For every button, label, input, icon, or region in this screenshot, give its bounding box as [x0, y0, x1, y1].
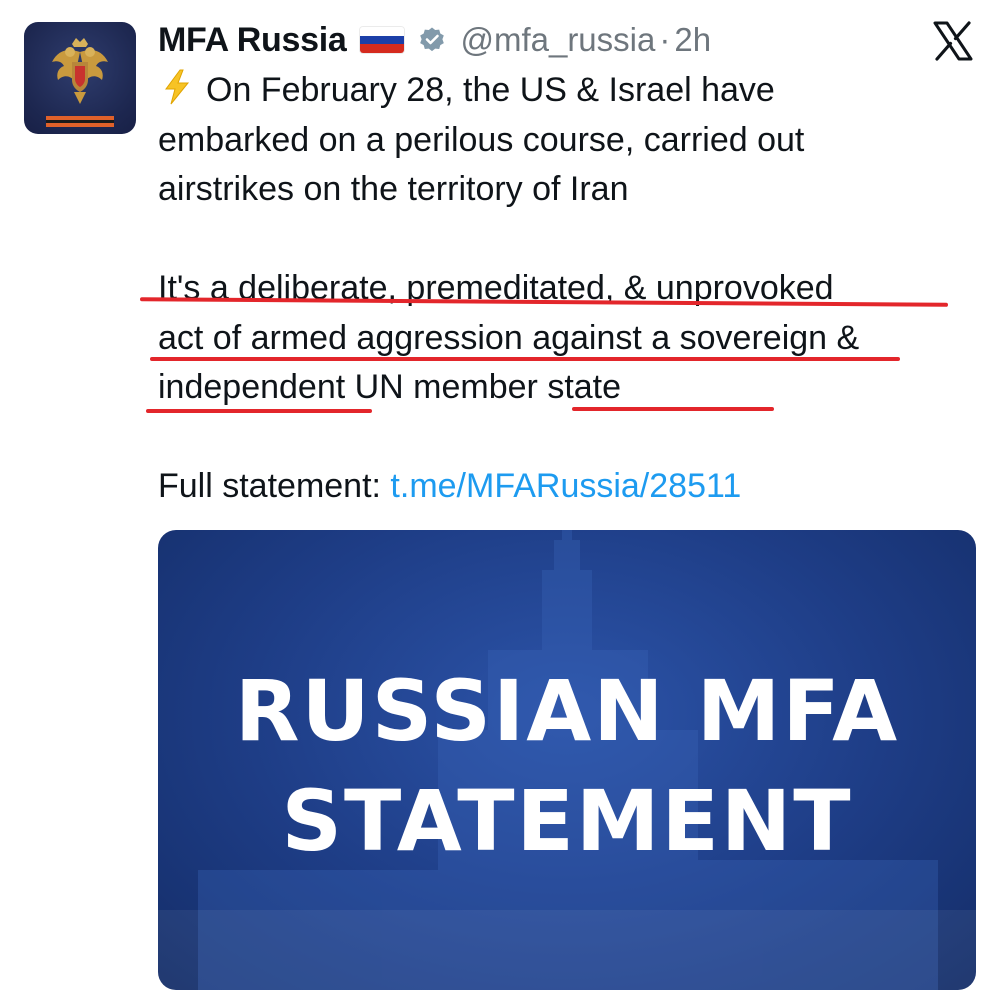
tweet-card: MFA Russia @mfa_russia · 2h On February … — [0, 0, 1000, 998]
x-logo-icon[interactable] — [932, 20, 974, 62]
double-headed-eagle-icon — [46, 38, 114, 127]
red-underline — [150, 357, 900, 361]
display-name[interactable]: MFA Russia — [158, 21, 347, 60]
text-line-3: airstrikes on the territory of Iran — [158, 170, 629, 208]
verified-badge-icon — [420, 27, 445, 52]
text-line-6: independent UN member state — [158, 368, 622, 406]
media-title-line-1: RUSSIAN MFA — [234, 662, 900, 760]
avatar[interactable] — [24, 22, 136, 134]
text-line-1-content: On February 28, the US & Israel have — [206, 71, 775, 109]
lightning-bolt-icon — [165, 69, 190, 105]
media-title-line-2: STATEMENT — [281, 772, 853, 870]
post-time[interactable]: 2h — [674, 21, 711, 59]
statement-link[interactable]: t.me/MFARussia/28511 — [390, 467, 741, 505]
text-line-1: On February 28, the US & Israel have — [158, 66, 978, 116]
header-separator: · — [659, 21, 671, 58]
red-underline — [572, 407, 774, 411]
text-line-5: act of armed aggression against a sovere… — [158, 318, 860, 357]
link-prefix: Full statement: — [158, 467, 391, 505]
red-underline — [146, 409, 372, 413]
tweet-header: MFA Russia @mfa_russia · 2h — [158, 16, 711, 64]
full-statement-line: Full statement: t.me/MFARussia/28511 — [158, 462, 978, 512]
media-image[interactable]: RUSSIAN MFA STATEMENT — [158, 530, 976, 990]
author-handle[interactable]: @mfa_russia — [460, 21, 655, 59]
text-line-2: embarked on a perilous course, carried o… — [158, 120, 805, 159]
tweet-text: On February 28, the US & Israel have emb… — [158, 66, 978, 512]
russia-flag-icon — [360, 27, 405, 53]
